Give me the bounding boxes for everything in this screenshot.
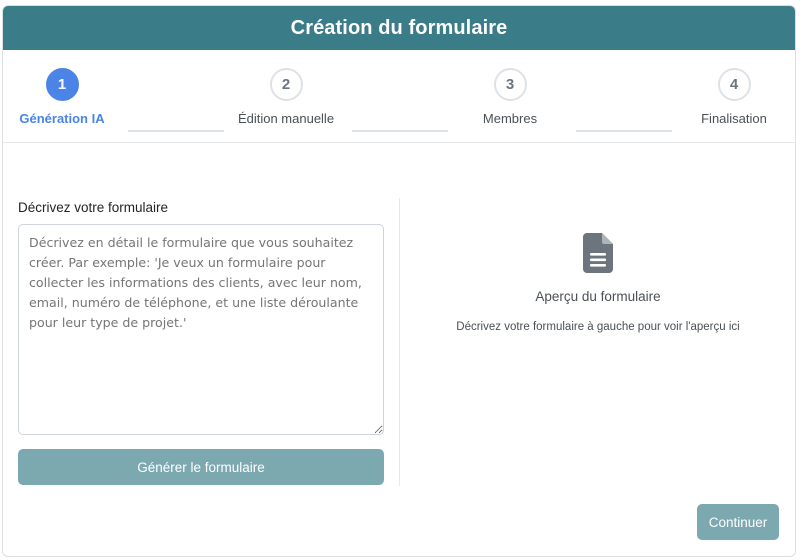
step-edition-manuelle[interactable]: 2 Édition manuelle (206, 68, 366, 126)
preview-title: Aperçu du formulaire (535, 289, 661, 304)
description-textarea[interactable] (18, 224, 384, 435)
description-panel: Décrivez votre formulaire Générer le for… (18, 200, 384, 485)
file-document-icon (583, 233, 613, 273)
step-finalisation[interactable]: 4 Finalisation (654, 68, 800, 126)
step-label: Génération IA (19, 111, 105, 126)
step-label: Édition manuelle (237, 111, 335, 126)
generate-form-button[interactable]: Générer le formulaire (18, 449, 384, 485)
modal-body: Décrivez votre formulaire Générer le for… (2, 143, 796, 557)
step-membres[interactable]: 3 Membres (430, 68, 590, 126)
step-number: 4 (717, 68, 751, 101)
step-connector (576, 130, 672, 132)
preview-panel: Aperçu du formulaire Décrivez votre form… (400, 233, 796, 333)
step-label: Membres (482, 111, 538, 126)
modal-title: Création du formulaire (290, 16, 508, 39)
step-number: 1 (45, 68, 79, 101)
continue-button[interactable]: Continuer (697, 504, 779, 540)
description-label: Décrivez votre formulaire (18, 200, 169, 215)
step-number: 3 (493, 68, 527, 101)
modal-header: Création du formulaire (3, 6, 795, 50)
step-connector (128, 130, 224, 132)
step-number: 2 (269, 68, 303, 101)
preview-hint: Décrivez votre formulaire à gauche pour … (456, 321, 740, 333)
step-generation-ia[interactable]: 1 Génération IA (0, 68, 142, 126)
step-label: Finalisation (701, 111, 767, 126)
step-connector (352, 130, 448, 132)
